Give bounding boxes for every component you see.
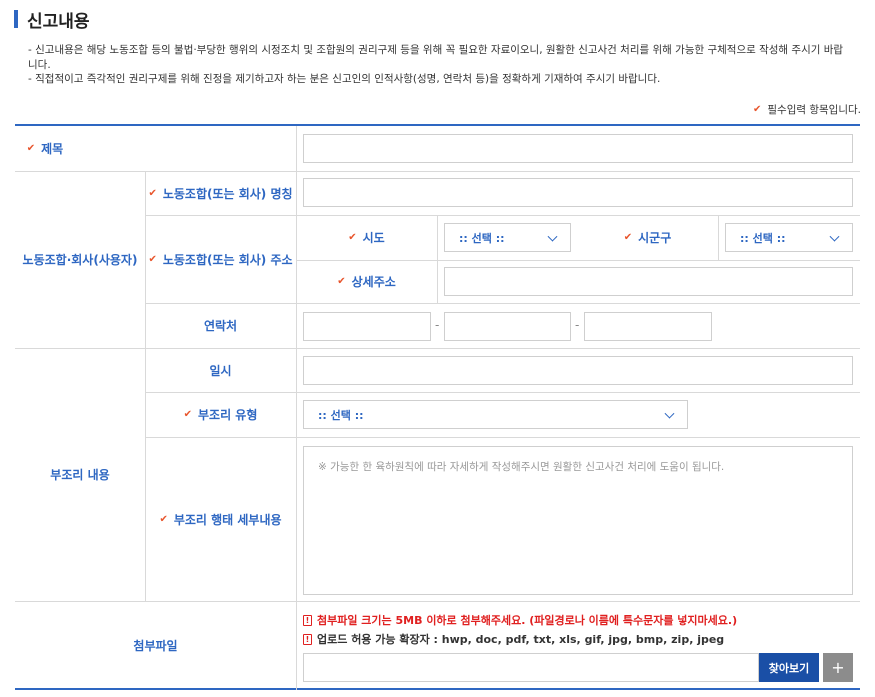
- contact-input-3[interactable]: [584, 312, 712, 341]
- chevron-down-icon: [547, 231, 558, 242]
- detail-address-input[interactable]: [444, 267, 853, 296]
- injustice-detail-label: ✔ 부조리 행태 세부내용: [159, 512, 282, 527]
- contact-separator: -: [435, 318, 440, 332]
- injustice-type-select[interactable]: :: 선택 ::: [303, 400, 688, 429]
- required-check-icon: ✔: [148, 253, 157, 265]
- contact-separator: -: [575, 318, 580, 332]
- contact-input-1[interactable]: [303, 312, 431, 341]
- required-check-icon: ✔: [159, 513, 168, 525]
- subject-label: ✔ 제목: [26, 142, 64, 156]
- required-check-icon: ✔: [26, 143, 36, 154]
- file-path-input[interactable]: [303, 653, 759, 682]
- required-note: ✔ 필수입력 항목입니다.: [753, 102, 861, 117]
- contact-label: 연락처: [203, 319, 238, 333]
- org-group-label: 노동조합·회사(사용자): [22, 253, 138, 267]
- sigungu-label: ✔ 시군구: [623, 231, 672, 245]
- alert-icon: !: [303, 614, 312, 626]
- alert-icon: !: [303, 633, 312, 645]
- required-check-icon: ✔: [148, 187, 157, 199]
- sigungu-select[interactable]: :: 선택 ::: [725, 223, 853, 252]
- report-form: ✔ 제목 노동조합·회사(사용자) ✔ 노동조합(또는 회사) 명칭 ✔ 노동조…: [15, 124, 860, 690]
- find-file-button[interactable]: 찾아보기: [759, 653, 819, 682]
- required-check-icon: ✔: [183, 409, 192, 420]
- add-file-button[interactable]: +: [823, 653, 853, 682]
- contact-input-2[interactable]: [444, 312, 571, 341]
- org-address-label: ✔ 노동조합(또는 회사) 주소: [148, 252, 293, 267]
- required-check-icon: ✔: [348, 232, 357, 243]
- col-divider: [437, 215, 438, 303]
- col-divider: [718, 215, 719, 260]
- org-name-input[interactable]: [303, 178, 853, 207]
- attachment-label: 첨부파일: [133, 639, 178, 653]
- required-check-icon: ✔: [337, 276, 346, 287]
- title-accent-bar: [14, 10, 18, 28]
- detail-address-label: ✔ 상세주소: [337, 275, 396, 289]
- chevron-down-icon: [829, 231, 840, 242]
- datetime-input[interactable]: [303, 356, 853, 385]
- datetime-label: 일시: [209, 363, 232, 378]
- required-check-icon: ✔: [623, 232, 633, 243]
- check-icon: ✔: [752, 104, 762, 115]
- file-extension-note: ! 업로드 허용 가능 확장자 : hwp, doc, pdf, txt, xl…: [303, 631, 724, 647]
- required-note-text: 필수입력 항목입니다.: [767, 104, 861, 116]
- file-size-note: ! 첨부파일 크기는 5MB 이하로 첨부해주세요. (파일경로나 이름에 특수…: [303, 612, 737, 628]
- injustice-detail-textarea[interactable]: ※ 가능한 한 육하원칙에 따라 자세하게 작성해주시면 원활한 신고사건 처리…: [303, 446, 853, 595]
- chevron-down-icon: [664, 408, 675, 419]
- page-title: 신고내용: [27, 11, 90, 32]
- notice-line-1: - 신고내용은 해당 노동조합 등의 불법·부당한 행위의 시정조치 및 조합원…: [28, 44, 844, 71]
- sido-label: ✔ 시도: [348, 231, 385, 245]
- injustice-type-label: ✔ 부조리 유형: [183, 408, 258, 422]
- injustice-group-label: 부조리 내용: [50, 468, 110, 482]
- sido-select[interactable]: :: 선택 ::: [444, 223, 571, 252]
- subject-input[interactable]: [303, 134, 853, 163]
- org-name-label: ✔ 노동조합(또는 회사) 명칭: [148, 186, 293, 201]
- notice-line-2: - 직접적이고 즉각적인 권리구제를 위해 진정을 제기하고자 하는 분은 신고…: [28, 73, 661, 85]
- notice-text: - 신고내용은 해당 노동조합 등의 불법·부당한 행위의 시정조치 및 조합원…: [28, 43, 848, 87]
- col-divider: [296, 126, 297, 690]
- section-title: 신고내용: [14, 8, 90, 32]
